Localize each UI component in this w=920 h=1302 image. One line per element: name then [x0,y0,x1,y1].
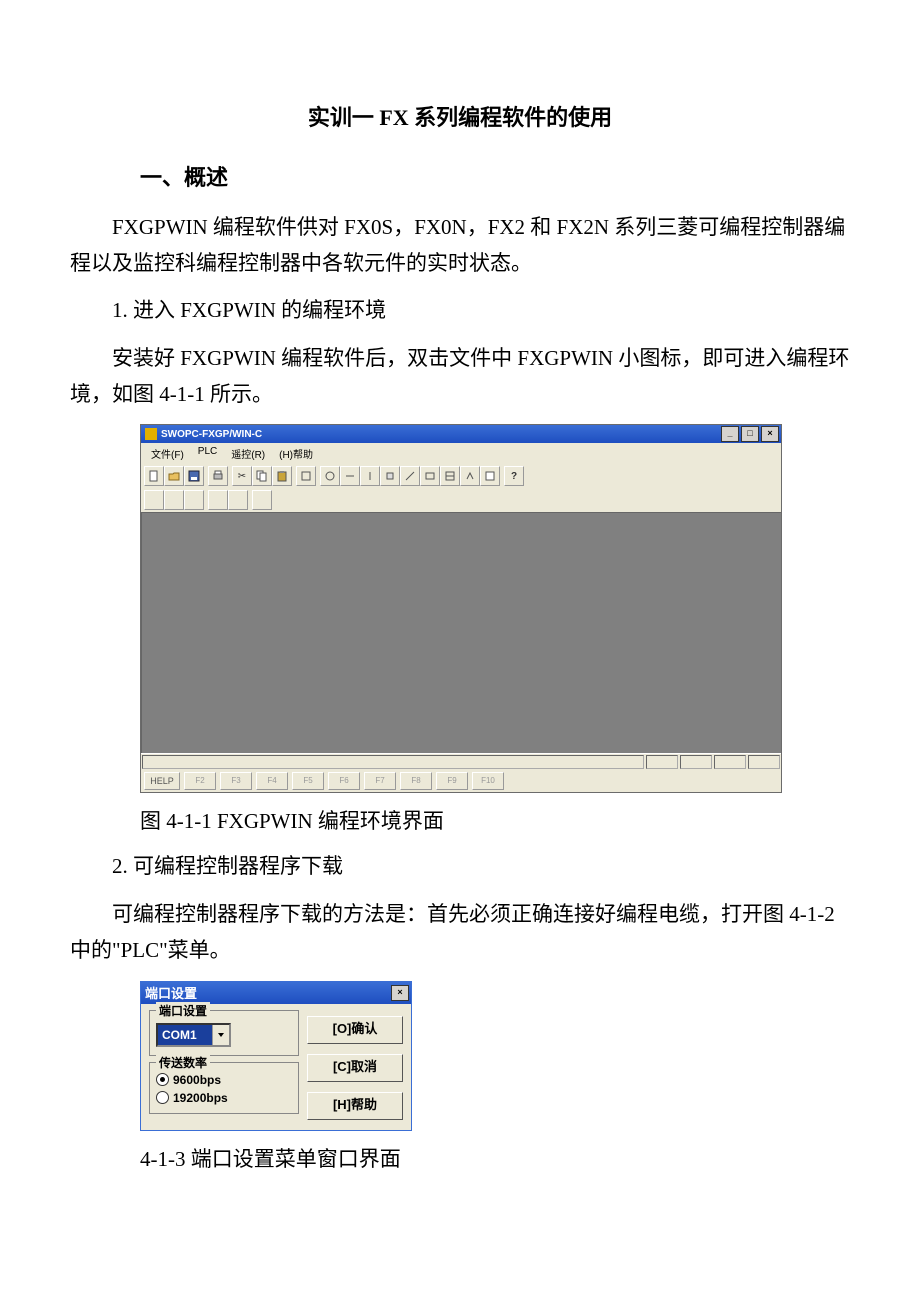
main-toolbar: ✂ ? [141,464,781,488]
radio-icon [156,1073,169,1086]
f7-key[interactable]: F7 [364,772,396,790]
ladder-tool-5-icon[interactable] [228,490,248,510]
ladder-tool-1-icon[interactable] [144,490,164,510]
open-icon[interactable] [164,466,184,486]
baud-9600-row[interactable]: 9600bps [156,1073,292,1087]
tool-g-icon[interactable] [420,466,440,486]
ladder-tool-3-icon[interactable] [184,490,204,510]
menu-remote[interactable]: 遥控(R) [225,445,271,462]
f9-key[interactable]: F9 [436,772,468,790]
paragraph-step2-body: 可编程控制器程序下载的方法是：首先必须正确连接好编程电缆，打开图 4-1-2 中… [70,897,850,968]
paste-icon[interactable] [272,466,292,486]
ladder-tool-4-icon[interactable] [208,490,228,510]
figure-4-1-1-caption: 图 4-1-1 FXGPWIN 编程环境界面 [140,805,850,835]
cut-icon[interactable]: ✂ [232,466,252,486]
tool-a-icon[interactable] [296,466,316,486]
radio-icon [156,1091,169,1104]
maximize-button[interactable]: □ [741,426,759,442]
paragraph-step2-title: 2. 可编程控制器程序下载 [70,849,850,885]
f10-key[interactable]: F10 [472,772,504,790]
tool-e-icon[interactable] [380,466,400,486]
tool-c-icon[interactable] [340,466,360,486]
figure-4-1-1-app-window: SWOPC-FXGP/WIN-C _ □ × 文件(F) PLC 遥控(R) (… [140,424,782,793]
help-key[interactable]: HELP [144,772,180,790]
close-button[interactable]: × [761,426,779,442]
help-button[interactable]: [H]帮助 [307,1092,403,1120]
app-icon [145,428,157,440]
f5-key[interactable]: F5 [292,772,324,790]
baud-group: 传送数率 9600bps 19200bps [149,1062,299,1114]
section-heading-1: 一、概述 [140,160,850,192]
status-cell-4 [748,755,780,769]
tool-i-icon[interactable] [460,466,480,486]
print-icon[interactable] [208,466,228,486]
paragraph-step1-title: 1. 进入 FXGPWIN 的编程环境 [70,293,850,329]
com-port-combo[interactable]: COM1 [156,1023,231,1047]
dialog-title-text: 端口设置 [145,983,197,1002]
ok-button[interactable]: [O]确认 [307,1016,403,1044]
tool-d-icon[interactable] [360,466,380,486]
function-key-bar: HELP F2 F3 F4 F5 F6 F7 F8 F9 F10 [141,770,781,792]
paragraph-step1-body: 安装好 FXGPWIN 编程软件后，双击文件中 FXGPWIN 小图标，即可进入… [70,341,850,412]
baud-19200-row[interactable]: 19200bps [156,1091,292,1105]
com-port-value: COM1 [158,1025,212,1045]
cancel-button[interactable]: [C]取消 [307,1054,403,1082]
status-cell-main [142,755,644,769]
baud-9600-label: 9600bps [173,1073,221,1087]
port-group-legend: 端口设置 [156,1002,210,1019]
app-title-text: SWOPC-FXGP/WIN-C [161,429,262,440]
dialog-titlebar: 端口设置 × [141,982,411,1004]
minimize-button[interactable]: _ [721,426,739,442]
save-icon[interactable] [184,466,204,486]
port-group: 端口设置 COM1 [149,1010,299,1056]
f8-key[interactable]: F8 [400,772,432,790]
tool-b-icon[interactable] [320,466,340,486]
baud-19200-label: 19200bps [173,1091,228,1105]
dialog-close-button[interactable]: × [391,985,409,1001]
status-cell-2 [680,755,712,769]
f4-key[interactable]: F4 [256,772,288,790]
ladder-tool-2-icon[interactable] [164,490,184,510]
chevron-down-icon[interactable] [212,1025,229,1045]
status-cell-1 [646,755,678,769]
figure-4-1-3-caption: 4-1-3 端口设置菜单窗口界面 [140,1143,850,1173]
menu-file[interactable]: 文件(F) [145,445,190,462]
new-icon[interactable] [144,466,164,486]
f3-key[interactable]: F3 [220,772,252,790]
tool-f-icon[interactable] [400,466,420,486]
menu-help[interactable]: (H)帮助 [273,445,319,462]
tool-h-icon[interactable] [440,466,460,486]
baud-group-legend: 传送数率 [156,1054,210,1071]
app-titlebar: SWOPC-FXGP/WIN-C _ □ × [141,425,781,443]
copy-icon[interactable] [252,466,272,486]
f6-key[interactable]: F6 [328,772,360,790]
status-bar [141,753,781,770]
help-icon[interactable]: ? [504,466,524,486]
figure-4-1-3-port-dialog: 端口设置 × 端口设置 COM1 传送数率 [140,981,412,1131]
doc-title: 实训一 FX 系列编程软件的使用 [70,100,850,132]
tool-j-icon[interactable] [480,466,500,486]
menu-plc[interactable]: PLC [192,445,223,462]
status-cell-3 [714,755,746,769]
f2-key[interactable]: F2 [184,772,216,790]
menu-bar: 文件(F) PLC 遥控(R) (H)帮助 [141,443,781,464]
ladder-tool-6-icon[interactable] [252,490,272,510]
paragraph-overview: FXGPWIN 编程软件供对 FX0S，FX0N，FX2 和 FX2N 系列三菱… [70,210,850,281]
mdi-workarea [141,512,781,753]
ladder-toolbar [141,488,781,512]
